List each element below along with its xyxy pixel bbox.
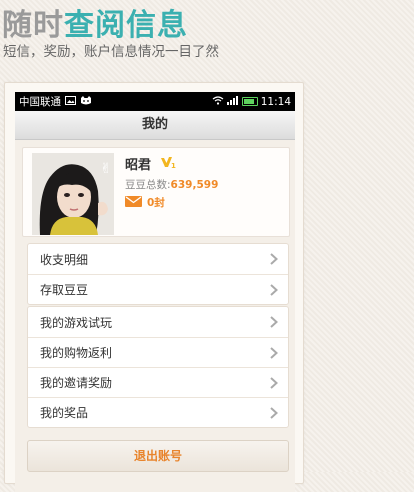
menu-item-label: 我的游戏试玩 [40, 315, 113, 330]
profile-nickname: 昭君 [125, 158, 152, 173]
menu-item-my-prizes[interactable]: 我的奖品 [28, 397, 288, 427]
chevron-right-icon [270, 316, 278, 331]
chevron-right-icon [270, 347, 278, 362]
banner-headline: 随时查阅信息 [2, 0, 188, 44]
mail-count-label: 0封 [147, 197, 165, 209]
menu-item-transaction-details[interactable]: 收支明细 [28, 244, 288, 274]
svg-text:1: 1 [171, 162, 176, 169]
menu-item-label: 存取豆豆 [40, 283, 89, 297]
menu-group-rewards: 我的游戏试玩 我的购物返利 我的邀请奖励 我的奖品 [27, 306, 289, 428]
beans-label: 豆豆总数: [125, 179, 171, 191]
headline-gray-text: 随时 [2, 8, 64, 43]
menu-item-shopping-rebates[interactable]: 我的购物返利 [28, 337, 288, 367]
carrier-label: 中国联通 [19, 96, 61, 108]
profile-card: ✌ 昭君 1 豆豆总数:639,599 0封 [22, 147, 290, 237]
beans-value: 639,599 [170, 179, 219, 191]
svg-text:✌: ✌ [100, 161, 112, 177]
beans-total: 豆豆总数:639,599 [125, 177, 218, 192]
battery-icon [241, 97, 258, 106]
screen-title: 我的 [15, 111, 295, 140]
chevron-right-icon [270, 407, 278, 422]
headline-teal-text: 查阅信息 [64, 8, 188, 43]
cat-icon [80, 95, 92, 108]
menu-item-label: 我的购物返利 [40, 346, 113, 360]
logout-button[interactable]: 退出账号 [27, 440, 289, 472]
menu-item-label: 收支明细 [40, 252, 89, 267]
chevron-right-icon [270, 284, 278, 299]
avatar[interactable]: ✌ [32, 153, 114, 235]
menu-item-label: 我的奖品 [40, 406, 89, 420]
menu-group-account: 收支明细 存取豆豆 [27, 243, 289, 305]
image-icon [65, 95, 76, 108]
wifi-icon [212, 95, 224, 108]
menu-item-game-trials[interactable]: 我的游戏试玩 [28, 307, 288, 337]
phone-screen: 中国联通 11:14 我的 ✌ 昭君 1 豆豆总数:639,599 0封 收支明… [15, 92, 295, 492]
menu-item-label: 我的邀请奖励 [40, 376, 113, 390]
envelope-icon [125, 195, 142, 210]
phone-frame: 中国联通 11:14 我的 ✌ 昭君 1 豆豆总数:639,599 0封 收支明… [4, 82, 304, 492]
banner-subline: 短信，奖励，账户信息情况一目了然 [3, 44, 219, 60]
signal-icon [226, 95, 239, 108]
vip-level-icon: 1 [160, 154, 178, 173]
menu-item-invite-rewards[interactable]: 我的邀请奖励 [28, 367, 288, 397]
mail-count[interactable]: 0封 [125, 195, 165, 210]
chevron-right-icon [270, 377, 278, 392]
status-time: 11:14 [260, 95, 291, 108]
status-bar: 中国联通 11:14 [15, 92, 295, 111]
chevron-right-icon [270, 253, 278, 268]
menu-item-deposit-withdraw-beans[interactable]: 存取豆豆 [28, 274, 288, 304]
